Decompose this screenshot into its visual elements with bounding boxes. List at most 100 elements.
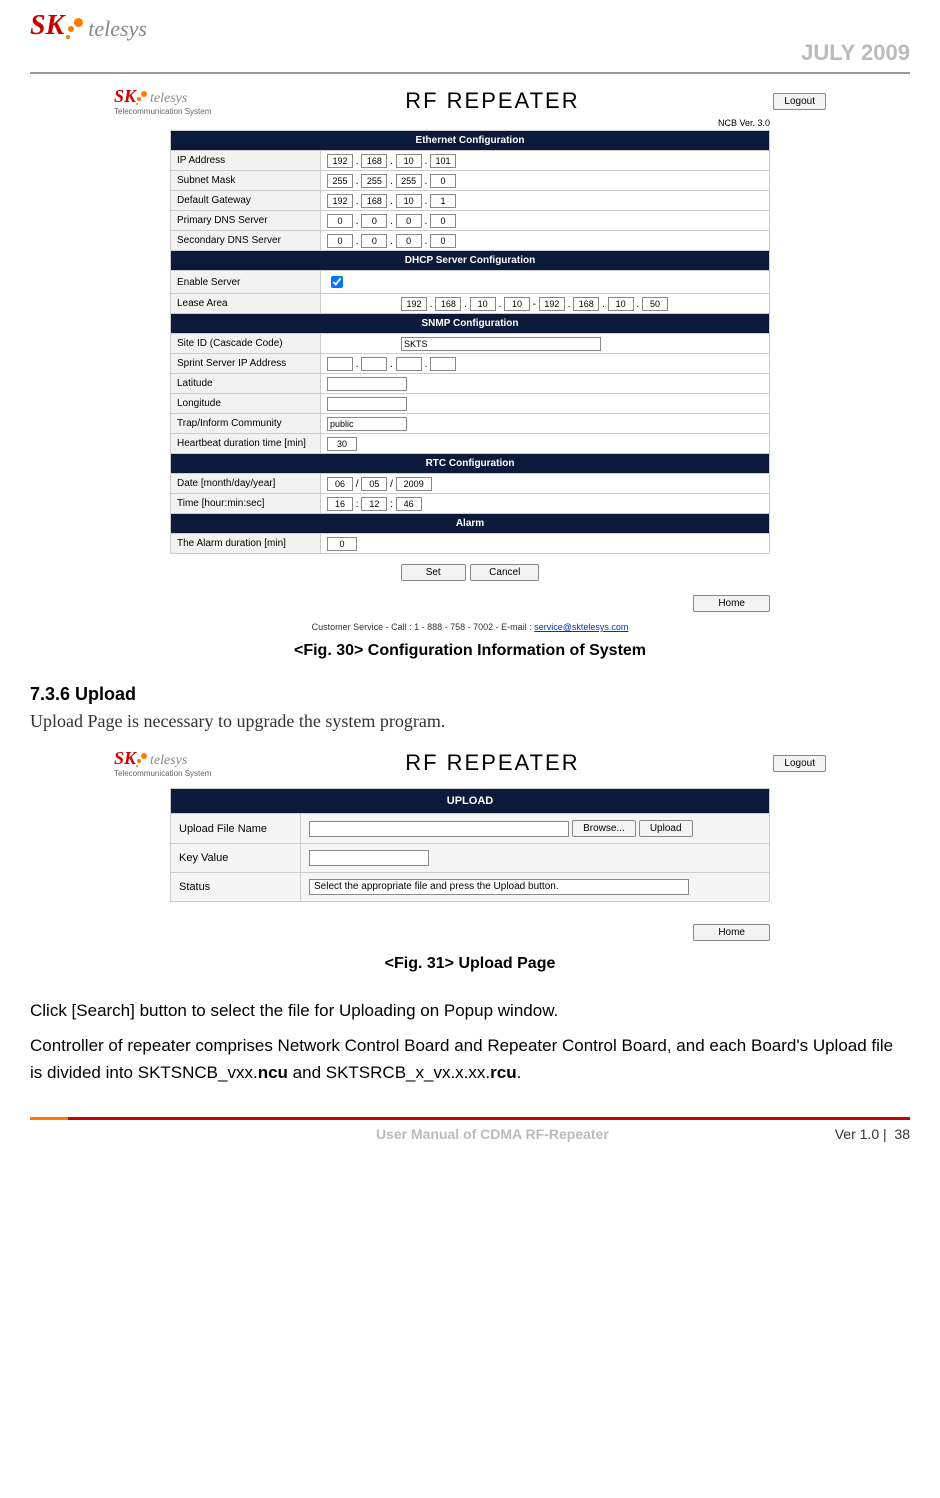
ip-octet-1[interactable] (327, 154, 353, 168)
label-lease: Lease Area (171, 294, 321, 314)
fig30-caption: <Fig. 30> Configuration Information of S… (30, 642, 910, 660)
app-title: RF REPEATER (211, 88, 773, 114)
label-longitude: Longitude (171, 394, 321, 414)
cs-email-link[interactable]: service@sktelesys.com (534, 622, 628, 632)
site-id-input[interactable] (401, 337, 601, 351)
label-key-value: Key Value (171, 844, 301, 873)
subnet-octet-1[interactable] (327, 174, 353, 188)
pdns-octet-2[interactable] (361, 214, 387, 228)
label-trap: Trap/Inform Community (171, 414, 321, 434)
shot-logo-sub: Telecommunication System (114, 107, 211, 116)
sdns-octet-3[interactable] (396, 234, 422, 248)
gw-octet-2[interactable] (361, 194, 387, 208)
trap-community-input[interactable] (327, 417, 407, 431)
label-gateway: Default Gateway (171, 191, 321, 211)
cancel-button[interactable]: Cancel (470, 564, 539, 581)
label-subnet: Subnet Mask (171, 171, 321, 191)
upload-file-input[interactable] (309, 821, 569, 837)
time-sec[interactable] (396, 497, 422, 511)
logo-sk: SK (30, 10, 64, 42)
date-day[interactable] (361, 477, 387, 491)
sprint-octet-1[interactable] (327, 357, 353, 371)
fig31-caption: <Fig. 31> Upload Page (30, 955, 910, 973)
shot31-logo-sk: SK (114, 748, 136, 769)
paragraph-2: Controller of repeater comprises Network… (30, 1032, 910, 1086)
label-heartbeat: Heartbeat duration time [min] (171, 434, 321, 454)
section-heading-upload: 7.3.6 Upload (30, 684, 910, 705)
sprint-octet-2[interactable] (361, 357, 387, 371)
lease-a-2[interactable] (435, 297, 461, 311)
lease-b-3[interactable] (608, 297, 634, 311)
time-hour[interactable] (327, 497, 353, 511)
shot31-logo: SK telesys (114, 748, 211, 769)
time-min[interactable] (361, 497, 387, 511)
logout-button[interactable]: Logout (773, 93, 826, 110)
label-ip: IP Address (171, 151, 321, 171)
label-upload-file: Upload File Name (171, 814, 301, 844)
subnet-octet-4[interactable] (430, 174, 456, 188)
lease-b-4[interactable] (642, 297, 668, 311)
ip-octet-2[interactable] (361, 154, 387, 168)
home-button[interactable]: Home (693, 595, 770, 612)
fig30-screenshot: SK telesys Telecommunication System RF R… (110, 86, 830, 632)
logout-button-31[interactable]: Logout (773, 755, 826, 772)
lease-b-2[interactable] (573, 297, 599, 311)
gw-octet-3[interactable] (396, 194, 422, 208)
label-date: Date [month/day/year] (171, 474, 321, 494)
sdns-octet-4[interactable] (430, 234, 456, 248)
label-time: Time [hour:min:sec] (171, 494, 321, 514)
shot-logo: SK telesys (114, 86, 211, 107)
customer-service-line: Customer Service - Call : 1 - 888 - 758 … (110, 622, 830, 632)
sdns-octet-2[interactable] (361, 234, 387, 248)
logo-dots-icon (66, 18, 84, 42)
key-value-input[interactable] (309, 850, 429, 866)
section-body-upload: Upload Page is necessary to upgrade the … (30, 711, 910, 732)
enable-server-checkbox[interactable] (331, 276, 343, 288)
label-latitude: Latitude (171, 374, 321, 394)
gw-octet-1[interactable] (327, 194, 353, 208)
upload-table: UPLOAD Upload File Name Browse... Upload… (170, 788, 770, 902)
gw-octet-4[interactable] (430, 194, 456, 208)
section-dhcp: DHCP Server Configuration (171, 251, 770, 271)
subnet-octet-3[interactable] (396, 174, 422, 188)
ncb-version: NCB Ver. 3.0 (110, 116, 830, 130)
header-divider (30, 72, 910, 74)
shot-logo-telesys: telesys (150, 91, 187, 107)
heartbeat-input[interactable] (327, 437, 357, 451)
status-message: Select the appropriate file and press th… (309, 879, 689, 895)
sprint-octet-3[interactable] (396, 357, 422, 371)
pdns-octet-4[interactable] (430, 214, 456, 228)
label-status: Status (171, 873, 301, 902)
section-upload: UPLOAD (171, 789, 770, 814)
logo-telesys: telesys (88, 16, 147, 42)
sdns-octet-1[interactable] (327, 234, 353, 248)
app-title-31: RF REPEATER (211, 750, 773, 776)
section-snmp: SNMP Configuration (171, 314, 770, 334)
date-year[interactable] (396, 477, 432, 491)
fig31-screenshot: SK telesys Telecommunication System RF R… (110, 748, 830, 945)
shot-logo-dots-icon (136, 91, 148, 107)
label-alarm: The Alarm duration [min] (171, 534, 321, 554)
config-table: Ethernet Configuration IP Address . . . … (170, 130, 770, 554)
latitude-input[interactable] (327, 377, 407, 391)
alarm-input[interactable] (327, 537, 357, 551)
pdns-octet-3[interactable] (396, 214, 422, 228)
footer-version: Ver 1.0 | 38 (835, 1126, 910, 1142)
home-button-31[interactable]: Home (693, 924, 770, 941)
longitude-input[interactable] (327, 397, 407, 411)
subnet-octet-2[interactable] (361, 174, 387, 188)
lease-a-4[interactable] (504, 297, 530, 311)
footer-title: User Manual of CDMA RF-Repeater (150, 1126, 835, 1142)
pdns-octet-1[interactable] (327, 214, 353, 228)
ip-octet-3[interactable] (396, 154, 422, 168)
shot31-logo-dots-icon (136, 753, 148, 769)
set-button[interactable]: Set (401, 564, 466, 581)
lease-a-3[interactable] (470, 297, 496, 311)
upload-button[interactable]: Upload (639, 820, 693, 837)
lease-a-1[interactable] (401, 297, 427, 311)
ip-octet-4[interactable] (430, 154, 456, 168)
sprint-octet-4[interactable] (430, 357, 456, 371)
browse-button[interactable]: Browse... (572, 820, 636, 837)
lease-b-1[interactable] (539, 297, 565, 311)
date-month[interactable] (327, 477, 353, 491)
